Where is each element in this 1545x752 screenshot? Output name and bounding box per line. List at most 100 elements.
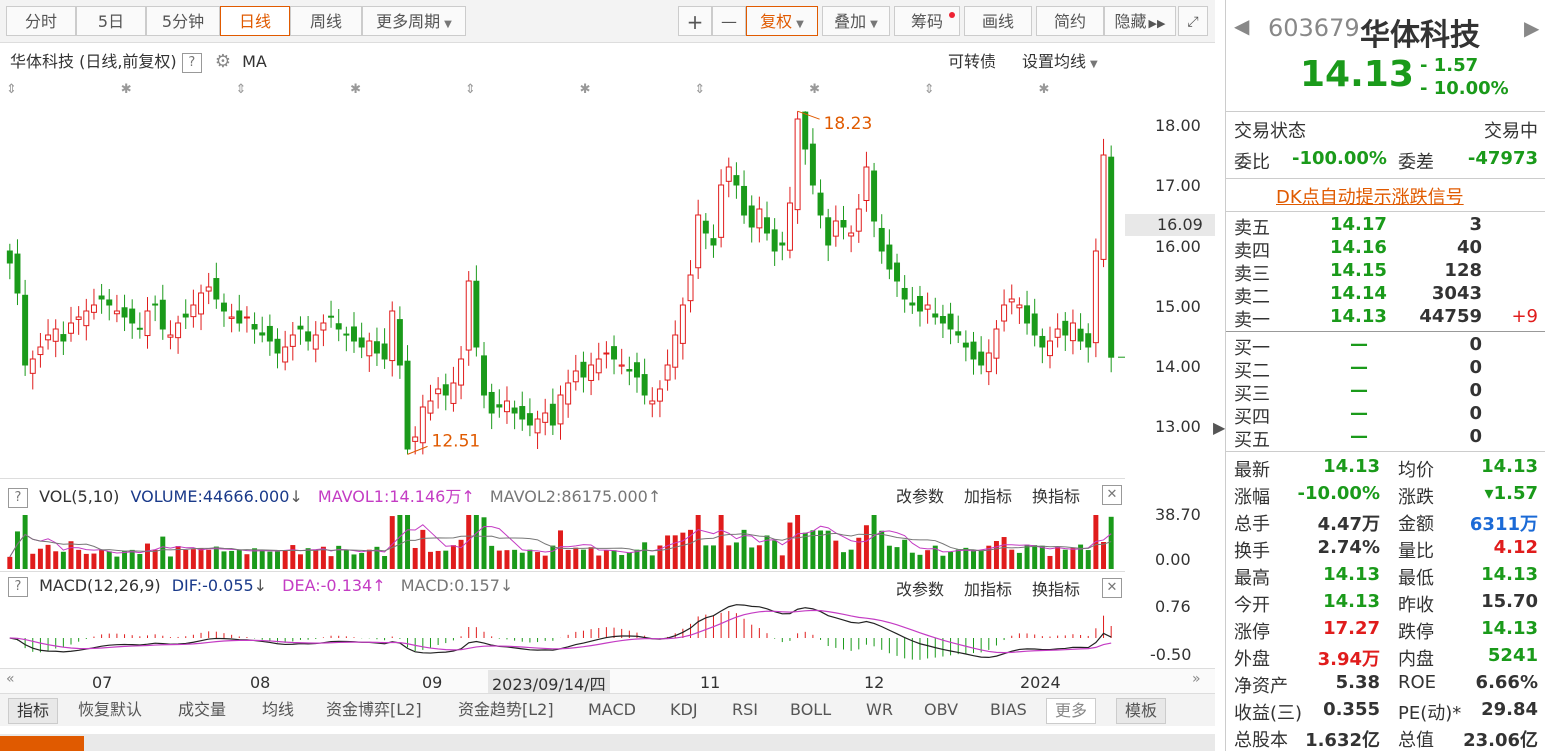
macd-pane[interactable]: ? MACD(12,26,9) DIF:-0.055↓ DEA:-0.134↑ …	[0, 571, 1125, 668]
volume-bar	[863, 525, 869, 569]
price-change: - 1.57	[1420, 55, 1479, 76]
indicator-tab-macd[interactable]: MACD	[588, 698, 636, 722]
volume-bar	[909, 552, 915, 569]
level-price: 14.14	[1330, 283, 1387, 304]
volume-bar	[573, 547, 579, 569]
indicator-tab-more[interactable]: 更多	[1046, 698, 1097, 724]
volume-bar	[114, 556, 120, 569]
zoom-in-button[interactable]: +	[678, 6, 712, 36]
draw-line-button[interactable]: 画线	[964, 6, 1032, 36]
indicator-tab-obv[interactable]: OBV	[924, 698, 958, 722]
indicator-tab-fund-trend[interactable]: 资金趋势[L2]	[458, 698, 554, 722]
scroll-left-icon[interactable]: «	[6, 671, 15, 687]
candle-body	[129, 308, 136, 324]
candle-body	[718, 184, 725, 238]
candle-body	[328, 315, 335, 318]
prev-stock-icon[interactable]: ◀	[1234, 14, 1249, 38]
zoom-out-button[interactable]: —	[712, 6, 746, 36]
volume-bar	[14, 531, 20, 569]
volume-bar	[405, 515, 411, 569]
volume-bar	[825, 530, 831, 569]
candle-body	[60, 334, 67, 342]
volume-bar	[611, 550, 617, 569]
period-tab-weekly[interactable]: 周线	[290, 6, 362, 36]
hide-button[interactable]: 隐藏 ▶▶	[1104, 6, 1176, 36]
candle-body	[894, 262, 901, 282]
volume-bar	[473, 515, 479, 569]
dk-signal-text[interactable]: DK点自动提示涨跌信号	[1276, 183, 1464, 209]
caret-down-icon: ▼	[870, 19, 878, 30]
volume-bar	[580, 549, 586, 569]
period-tab-intraday[interactable]: 分时	[6, 6, 76, 36]
indicator-tab-bias[interactable]: BIAS	[990, 698, 1027, 722]
period-label: 更多周期	[376, 12, 441, 31]
candlestick-chart[interactable]: ⇕ ✱ ⇕ ✱ ⇕ ✱ ⇕ ✱ ⇕ ✱ 18.23 12.51	[0, 43, 1125, 477]
indicator-tab-kdj[interactable]: KDJ	[670, 698, 698, 722]
vol-tick: 0.00	[1155, 550, 1191, 569]
candle-body	[939, 316, 946, 324]
fuquan-button[interactable]: 复权 ▼	[746, 6, 818, 36]
simple-mode-button[interactable]: 简约	[1036, 6, 1104, 36]
period-tab-5day[interactable]: 5日	[76, 6, 146, 36]
volume-pane[interactable]: ? VOL(5,10) VOLUME:44666.000↓ MAVOL1:14.…	[0, 478, 1125, 571]
stat-value: 15.70	[1481, 591, 1538, 612]
indicator-tab-fund-game[interactable]: 资金博弈[L2]	[326, 698, 422, 722]
price-tick: 14.00	[1155, 357, 1201, 376]
candle-body	[450, 382, 457, 404]
bottom-active-tab[interactable]	[0, 736, 84, 751]
candle-body	[83, 310, 90, 327]
price-tick: 17.00	[1155, 176, 1201, 195]
next-stock-icon[interactable]: ▶	[1524, 16, 1539, 40]
volume-bar	[53, 551, 59, 569]
stat-label: ROE	[1398, 672, 1437, 693]
candle-body	[14, 253, 21, 294]
indicator-tab-restore[interactable]: 恢复默认	[78, 698, 142, 722]
candle-body	[136, 327, 143, 330]
volume-bar	[542, 555, 548, 569]
candle-body	[519, 406, 526, 420]
indicator-tab-template[interactable]: 模板	[1116, 698, 1167, 724]
indicator-tab-wr[interactable]: WR	[866, 698, 893, 722]
volume-bar	[91, 553, 97, 569]
volume-bar	[527, 549, 533, 569]
candle-body	[1062, 320, 1069, 336]
candle-body	[152, 303, 159, 306]
scroll-right-icon[interactable]: »	[1192, 671, 1201, 687]
kline-pane[interactable]: 华体科技 (日线,前复权) ? ⚙ MA 可转债 设置均线 ▼ ⇕ ✱ ⇕ ✱ ⇕ ✱ ⇕ ✱ ⇕…	[0, 43, 1125, 477]
time-axis[interactable]: « 07 08 09 2023/09/14/四 11 12 2024 »	[0, 668, 1215, 696]
volume-bar	[183, 549, 189, 569]
stat-row: 总手 4.47万 金额 6311万	[1226, 510, 1545, 535]
period-label: 5分钟	[161, 12, 205, 31]
period-tab-daily[interactable]: 日线	[220, 6, 290, 36]
volume-bar	[642, 542, 648, 569]
indicator-tab-boll[interactable]: BOLL	[790, 698, 831, 722]
period-tab-5min[interactable]: 5分钟	[146, 6, 220, 36]
candle-body	[503, 400, 510, 413]
stat-value: -10.00%	[1297, 483, 1380, 504]
candle-body	[465, 280, 472, 351]
indicator-tab-ma[interactable]: 均线	[262, 698, 294, 722]
volume-bar	[978, 550, 984, 569]
volume-bar	[772, 540, 778, 569]
candle-body	[396, 319, 403, 366]
status-label: 交易状态	[1234, 121, 1306, 142]
indicator-tab-rsi[interactable]: RSI	[732, 698, 758, 722]
volume-bar	[343, 550, 349, 569]
period-tab-more[interactable]: 更多周期 ▼	[362, 6, 466, 36]
orderbook-buy-row: 买二 —0	[1226, 357, 1545, 382]
candle-body	[68, 322, 74, 334]
chips-button[interactable]: 筹码	[894, 6, 960, 36]
orderbook-sell-row: 卖四 14.16 40	[1226, 237, 1545, 262]
candle-body	[978, 351, 985, 366]
volume-bar	[879, 530, 885, 569]
dk-signal-link[interactable]: DK点自动提示涨跌信号	[1226, 183, 1545, 209]
volume-bar	[504, 550, 510, 569]
collapse-arrow-icon[interactable]: ▶	[1213, 418, 1225, 437]
candle-body	[748, 205, 755, 228]
indicator-tab[interactable]: 指标	[8, 698, 59, 724]
chart-toolbar: 分时 5日 5分钟 日线 周线 更多周期 ▼ + — 复权 ▼ 叠加 ▼ 筹码 画线 …	[0, 0, 1215, 43]
volume-bar	[129, 549, 135, 569]
indicator-tab-volume[interactable]: 成交量	[178, 698, 226, 722]
overlay-button[interactable]: 叠加 ▼	[822, 6, 890, 36]
fullscreen-button[interactable]: ⤢	[1178, 6, 1208, 36]
